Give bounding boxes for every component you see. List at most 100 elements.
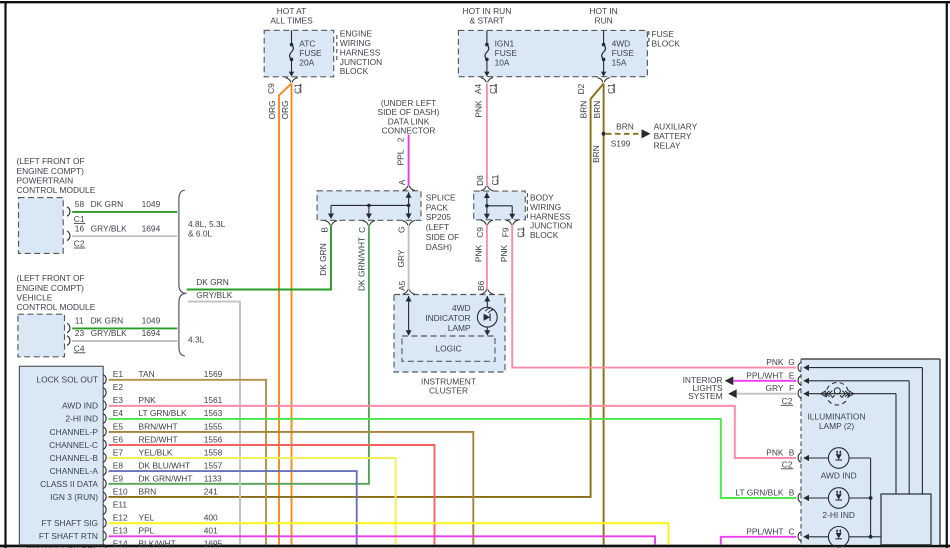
svg-text:F9: F9 [500,227,510,237]
svg-text:1694: 1694 [142,223,161,233]
svg-text:PNK: PNK [139,395,157,405]
svg-text:1563: 1563 [204,408,223,418]
svg-text:C2: C2 [74,239,85,249]
svg-text:BLOCK: BLOCK [340,66,369,76]
svg-text:B: B [319,227,329,233]
svg-text:GRY: GRY [396,249,406,267]
svg-text:241: 241 [204,486,218,496]
svg-text:CLASS II DATA: CLASS II DATA [40,479,98,489]
svg-text:E13: E13 [113,526,128,536]
svg-text:E8: E8 [113,460,124,470]
svg-text:YEL/BLK: YEL/BLK [139,447,173,457]
svg-text:S199: S199 [611,139,631,149]
svg-text:1555: 1555 [204,421,223,431]
svg-text:10A: 10A [495,57,510,67]
svg-text:AWD IND: AWD IND [821,471,857,481]
svg-text:4WD: 4WD [452,303,471,313]
svg-text:BRN: BRN [616,122,634,132]
svg-text:1557: 1557 [204,460,223,470]
svg-text:AWD IND: AWD IND [62,401,98,411]
svg-text:C: C [357,227,367,233]
svg-text:LOGIC: LOGIC [435,344,461,354]
svg-text:DK GRN/WHT: DK GRN/WHT [139,473,193,483]
svg-text:BLOCK: BLOCK [652,38,681,48]
svg-text:B: B [789,448,795,458]
svg-text:PPL/WHT: PPL/WHT [746,526,783,536]
svg-text:D8: D8 [475,175,485,186]
svg-text:FT SHAFT SIG: FT SHAFT SIG [42,518,98,528]
svg-text:1695: 1695 [204,539,223,548]
svg-text:G: G [788,357,795,367]
svg-text:16: 16 [75,223,85,233]
svg-text:CHANNEL-P: CHANNEL-P [50,427,99,437]
svg-text:INDICATOR: INDICATOR [425,313,470,323]
svg-text:C2: C2 [782,459,793,469]
svg-text:BLK/WHT: BLK/WHT [139,539,176,548]
svg-text:BATTERY: BATTERY [654,131,692,141]
svg-text:PNK: PNK [499,244,509,262]
svg-text:ILLUMINATION: ILLUMINATION [807,412,865,422]
svg-text:PPL: PPL [139,526,155,536]
svg-text:BLOCK: BLOCK [530,230,559,240]
svg-text:BRN: BRN [591,145,601,163]
svg-text:SIDE OF: SIDE OF [426,232,460,242]
svg-text:C9: C9 [475,227,485,238]
svg-text:DK GRN: DK GRN [91,199,124,209]
svg-text:CHANNEL-C: CHANNEL-C [49,440,98,450]
svg-text:ENGINE COMPT): ENGINE COMPT) [17,283,85,293]
svg-text:2: 2 [395,137,405,142]
svg-text:1133: 1133 [204,473,222,483]
svg-text:SYSTEM: SYSTEM [688,391,722,401]
svg-text:E11: E11 [113,500,128,510]
svg-text:400: 400 [204,513,218,523]
svg-text:BRN: BRN [579,101,589,119]
svg-text:2-HI IND: 2-HI IND [822,510,855,520]
svg-text:E1: E1 [113,369,124,379]
svg-text:1049: 1049 [142,315,161,325]
svg-text:C4: C4 [74,343,85,353]
svg-text:G: G [396,227,406,234]
svg-text:& 6.0L: & 6.0L [188,229,213,239]
svg-text:B: B [789,488,795,498]
svg-text:POWERTRAIN: POWERTRAIN [17,176,74,186]
svg-text:1569: 1569 [204,369,223,379]
svg-text:CONTROL MODULE: CONTROL MODULE [17,302,96,312]
svg-text:ORG: ORG [267,100,277,119]
svg-text:A5: A5 [397,280,407,291]
svg-text:E4: E4 [113,408,124,418]
svg-text:15A: 15A [612,57,627,67]
svg-text:FUSE: FUSE [652,29,675,39]
svg-text:C: C [788,526,794,536]
svg-text:DK GRN/WHT: DK GRN/WHT [357,237,367,291]
svg-text:BRN: BRN [139,486,157,496]
svg-text:DASH): DASH) [426,242,452,252]
svg-text:2-HI IND: 2-HI IND [65,414,98,424]
svg-text:TAN: TAN [139,369,155,379]
svg-text:PNK: PNK [474,244,484,262]
svg-text:LAMP: LAMP [448,323,471,333]
svg-text:YEL: YEL [139,513,155,523]
svg-text:E10: E10 [113,486,128,496]
svg-text:(LEFT FRONT OF: (LEFT FRONT OF [17,273,85,283]
svg-text:(LEFT FRONT OF: (LEFT FRONT OF [17,156,85,166]
svg-text:LT GRN/BLK: LT GRN/BLK [735,488,784,498]
svg-text:C2: C2 [782,396,793,406]
svg-text:CONNECTOR: CONNECTOR [382,126,436,136]
svg-text:1556: 1556 [204,434,223,444]
svg-text:A4: A4 [473,84,483,95]
svg-text:D2: D2 [576,83,586,94]
svg-text:401: 401 [204,526,218,536]
svg-text:CLUSTER: CLUSTER [429,385,468,395]
svg-text:LT GRN/BLK: LT GRN/BLK [139,408,188,418]
svg-text:20A: 20A [299,57,314,67]
svg-text:DK GRN: DK GRN [91,315,124,325]
svg-text:HOT IN: HOT IN [589,6,617,16]
svg-text:E6: E6 [113,434,124,444]
svg-text:CONTROL MODULE: CONTROL MODULE [17,185,96,195]
svg-text:E12: E12 [113,513,128,523]
svg-text:DK GRN: DK GRN [318,243,328,276]
svg-text:PNK: PNK [766,357,784,367]
svg-text:LAMP (2): LAMP (2) [819,421,854,431]
svg-text:ENGINE COMPT): ENGINE COMPT) [17,166,85,176]
svg-text:C9: C9 [266,83,276,94]
